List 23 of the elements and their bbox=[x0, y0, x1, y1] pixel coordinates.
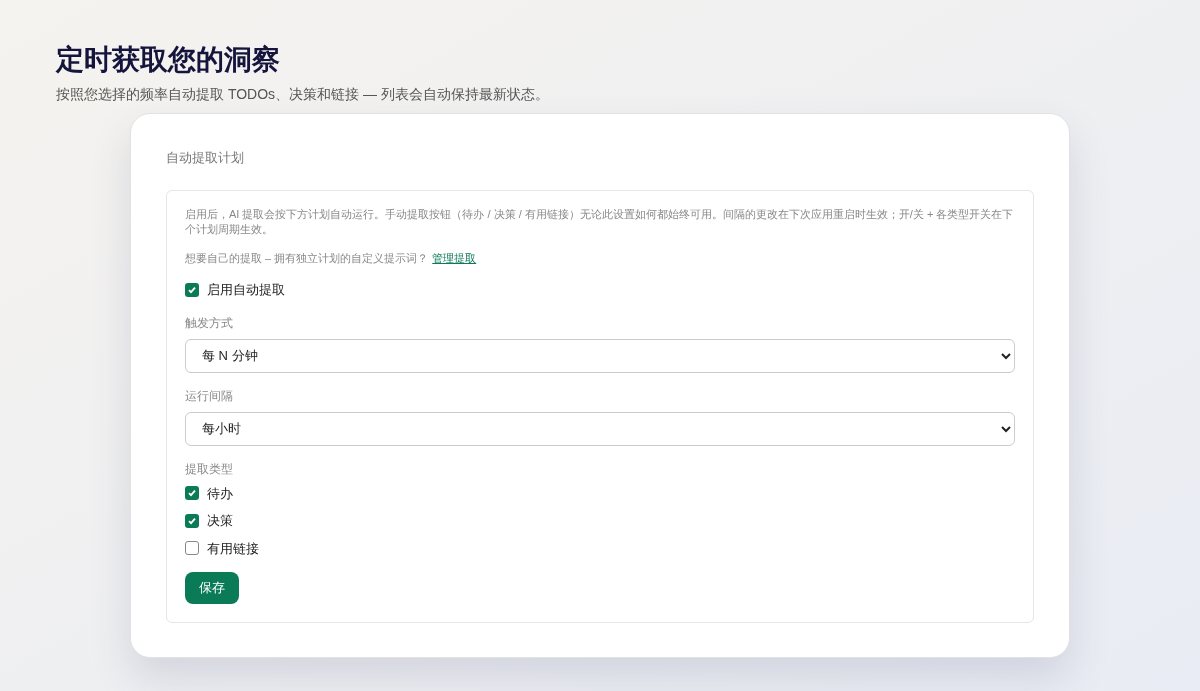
manage-extractions-link[interactable]: 管理提取 bbox=[432, 249, 477, 266]
trigger-select[interactable]: 每 N 分钟 bbox=[185, 338, 1015, 373]
custom-prompt-text: 想要自己的提取 – 拥有独立计划的自定义提示词？ bbox=[185, 250, 429, 266]
checkbox[interactable] bbox=[185, 541, 199, 556]
checkbox-label: 启用自动提取 bbox=[207, 281, 285, 299]
save-button[interactable]: 保存 bbox=[185, 572, 239, 604]
interval-label: 运行间隔 bbox=[185, 387, 233, 405]
checkbox[interactable] bbox=[185, 282, 199, 297]
card-heading: 自动提取计划 bbox=[166, 149, 244, 167]
checkmark-icon bbox=[187, 284, 197, 295]
checkbox-label: 待办 bbox=[207, 484, 233, 503]
checkbox-label: 决策 bbox=[207, 512, 233, 530]
checkbox[interactable] bbox=[185, 486, 199, 501]
checkbox-label: 有用链接 bbox=[207, 539, 259, 558]
interval-select[interactable]: 每小时 bbox=[185, 411, 1015, 446]
checkmark-icon bbox=[187, 488, 197, 499]
page-title: 定时获取您的洞察 bbox=[56, 43, 280, 77]
description-text: 启用后，AI 提取会按下方计划自动运行。手动提取按钮（待办 / 决策 / 有用链接）无论此设置如何都始终可用。间隔的更改在下次应用重启时生效；开/关 + 各类型开关在下个计划周期生效。 bbox=[185, 206, 1015, 237]
checkbox[interactable] bbox=[185, 513, 199, 528]
checkmark-icon bbox=[187, 515, 197, 526]
types-label: 提取类型 bbox=[185, 460, 233, 478]
trigger-label: 触发方式 bbox=[185, 314, 233, 332]
page-subtitle: 按照您选择的频率自动提取 TODOs、决策和链接 — 列表会自动保持最新状态。 bbox=[56, 85, 549, 104]
